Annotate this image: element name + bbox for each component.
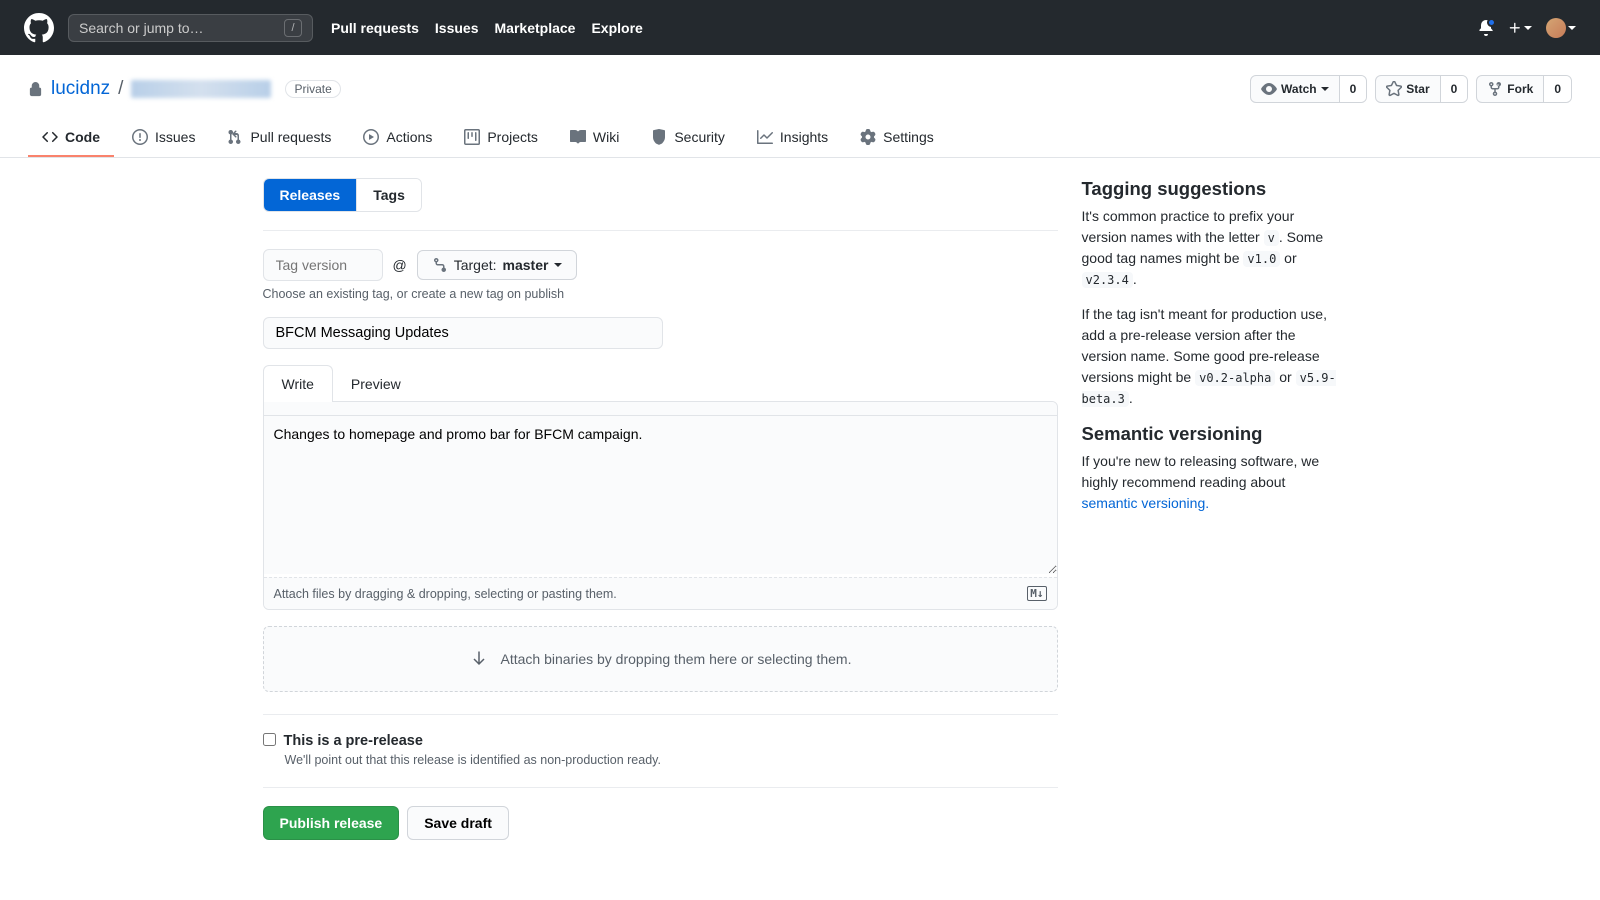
search-wrap: Search or jump to… / xyxy=(68,14,313,42)
main-column: Releases Tags @ Target: master Choose an… xyxy=(263,178,1058,840)
shield-icon xyxy=(651,129,667,145)
tab-pull-requests[interactable]: Pull requests xyxy=(213,119,345,157)
private-badge: Private xyxy=(285,80,340,98)
at-symbol: @ xyxy=(393,257,407,273)
markdown-icon[interactable]: M↓ xyxy=(1027,586,1046,601)
tagging-p1: It's common practice to prefix your vers… xyxy=(1082,206,1338,290)
project-icon xyxy=(464,129,480,145)
graph-icon xyxy=(757,129,773,145)
tab-issues[interactable]: Issues xyxy=(118,119,209,157)
semver-p: If you're new to releasing software, we … xyxy=(1082,451,1338,514)
create-new-dropdown[interactable] xyxy=(1508,21,1532,35)
play-icon xyxy=(363,129,379,145)
repo-owner-link[interactable]: lucidnz xyxy=(51,78,110,100)
prerelease-checkbox[interactable] xyxy=(263,733,276,746)
repo-actions: Watch 0 Star 0 Fork 0 xyxy=(1250,75,1572,103)
star-count[interactable]: 0 xyxy=(1440,76,1468,102)
tab-settings[interactable]: Settings xyxy=(846,119,948,157)
fork-icon xyxy=(1487,81,1503,97)
primary-nav: Pull requests Issues Marketplace Explore xyxy=(331,20,643,36)
chevron-down-icon xyxy=(1568,26,1576,30)
fork-count[interactable]: 0 xyxy=(1543,76,1571,102)
release-title-input[interactable] xyxy=(263,317,663,349)
save-draft-button[interactable]: Save draft xyxy=(407,806,509,840)
chevron-down-icon xyxy=(1321,87,1329,91)
write-tab[interactable]: Write xyxy=(263,365,333,402)
repo-tabs: Code Issues Pull requests Actions Projec… xyxy=(28,119,1572,157)
chevron-down-icon xyxy=(554,263,562,267)
nav-issues[interactable]: Issues xyxy=(435,20,479,36)
user-menu[interactable] xyxy=(1546,18,1576,38)
issue-icon xyxy=(132,129,148,145)
tag-target-row: @ Target: master xyxy=(263,249,1058,281)
form-buttons: Publish release Save draft xyxy=(263,787,1058,840)
nav-marketplace[interactable]: Marketplace xyxy=(495,20,576,36)
repo-header: lucidnz / Private Watch 0 Star 0 Fork 0 … xyxy=(0,55,1600,158)
nav-explore[interactable]: Explore xyxy=(591,20,642,36)
lock-icon xyxy=(28,82,43,97)
attach-hint: Attach files by dragging & dropping, sel… xyxy=(274,587,617,601)
pr-icon xyxy=(227,129,243,145)
repo-title-row: lucidnz / Private Watch 0 Star 0 Fork 0 xyxy=(28,75,1572,103)
editor-tabs: Write Preview xyxy=(263,365,1058,401)
tab-wiki[interactable]: Wiki xyxy=(556,119,633,157)
avatar xyxy=(1546,18,1566,38)
editor-footer[interactable]: Attach files by dragging & dropping, sel… xyxy=(264,577,1057,609)
gear-icon xyxy=(860,129,876,145)
book-icon xyxy=(570,129,586,145)
tab-actions[interactable]: Actions xyxy=(349,119,446,157)
global-header: Search or jump to… / Pull requests Issue… xyxy=(0,0,1600,55)
tab-insights[interactable]: Insights xyxy=(743,119,842,157)
chevron-down-icon xyxy=(1524,26,1532,30)
divider xyxy=(263,230,1058,231)
tab-code[interactable]: Code xyxy=(28,119,114,157)
sidebar: Tagging suggestions It's common practice… xyxy=(1082,178,1338,840)
header-left: Search or jump to… / Pull requests Issue… xyxy=(24,13,1478,43)
search-slash-key: / xyxy=(284,19,302,37)
subnav-releases[interactable]: Releases xyxy=(264,179,357,211)
path-separator: / xyxy=(118,78,123,100)
tagging-p2: If the tag isn't meant for production us… xyxy=(1082,304,1338,409)
tab-projects[interactable]: Projects xyxy=(450,119,552,157)
tagging-title: Tagging suggestions xyxy=(1082,178,1338,200)
editor-box: Attach files by dragging & dropping, sel… xyxy=(263,401,1058,610)
preview-tab[interactable]: Preview xyxy=(332,365,420,402)
fork-button[interactable]: Fork 0 xyxy=(1476,75,1572,103)
eye-icon xyxy=(1261,81,1277,97)
target-branch-dropdown[interactable]: Target: master xyxy=(417,250,578,280)
semver-link[interactable]: semantic versioning. xyxy=(1082,495,1210,511)
binaries-dropzone[interactable]: Attach binaries by dropping them here or… xyxy=(263,626,1058,692)
header-right xyxy=(1478,18,1576,38)
code-icon xyxy=(42,129,58,145)
editor-toolbar xyxy=(264,402,1057,416)
repo-title: lucidnz / Private xyxy=(28,78,341,100)
star-icon xyxy=(1386,81,1402,97)
watch-count[interactable]: 0 xyxy=(1339,76,1367,102)
divider xyxy=(263,714,1058,715)
branch-icon xyxy=(432,257,448,273)
download-arrow-icon xyxy=(469,649,489,669)
semver-title: Semantic versioning xyxy=(1082,423,1338,445)
search-placeholder: Search or jump to… xyxy=(79,20,204,36)
github-logo-icon[interactable] xyxy=(24,13,54,43)
repo-name-link[interactable] xyxy=(131,80,271,98)
tag-version-input[interactable] xyxy=(263,249,383,281)
notifications-icon[interactable] xyxy=(1478,20,1494,36)
subnav-tags[interactable]: Tags xyxy=(356,179,421,211)
tab-security[interactable]: Security xyxy=(637,119,739,157)
search-input[interactable]: Search or jump to… / xyxy=(68,14,313,42)
release-subnav: Releases Tags xyxy=(263,178,422,212)
page-container: Releases Tags @ Target: master Choose an… xyxy=(243,178,1358,840)
publish-release-button[interactable]: Publish release xyxy=(263,806,400,840)
watch-button[interactable]: Watch 0 xyxy=(1250,75,1367,103)
prerelease-row: This is a pre-release xyxy=(263,733,1058,749)
prerelease-label[interactable]: This is a pre-release xyxy=(284,733,423,749)
tag-hint: Choose an existing tag, or create a new … xyxy=(263,287,1058,301)
notification-dot xyxy=(1487,18,1496,27)
release-body-textarea[interactable] xyxy=(264,416,1057,574)
prerelease-hint: We'll point out that this release is ide… xyxy=(285,753,1058,767)
nav-pull-requests[interactable]: Pull requests xyxy=(331,20,419,36)
star-button[interactable]: Star 0 xyxy=(1375,75,1468,103)
